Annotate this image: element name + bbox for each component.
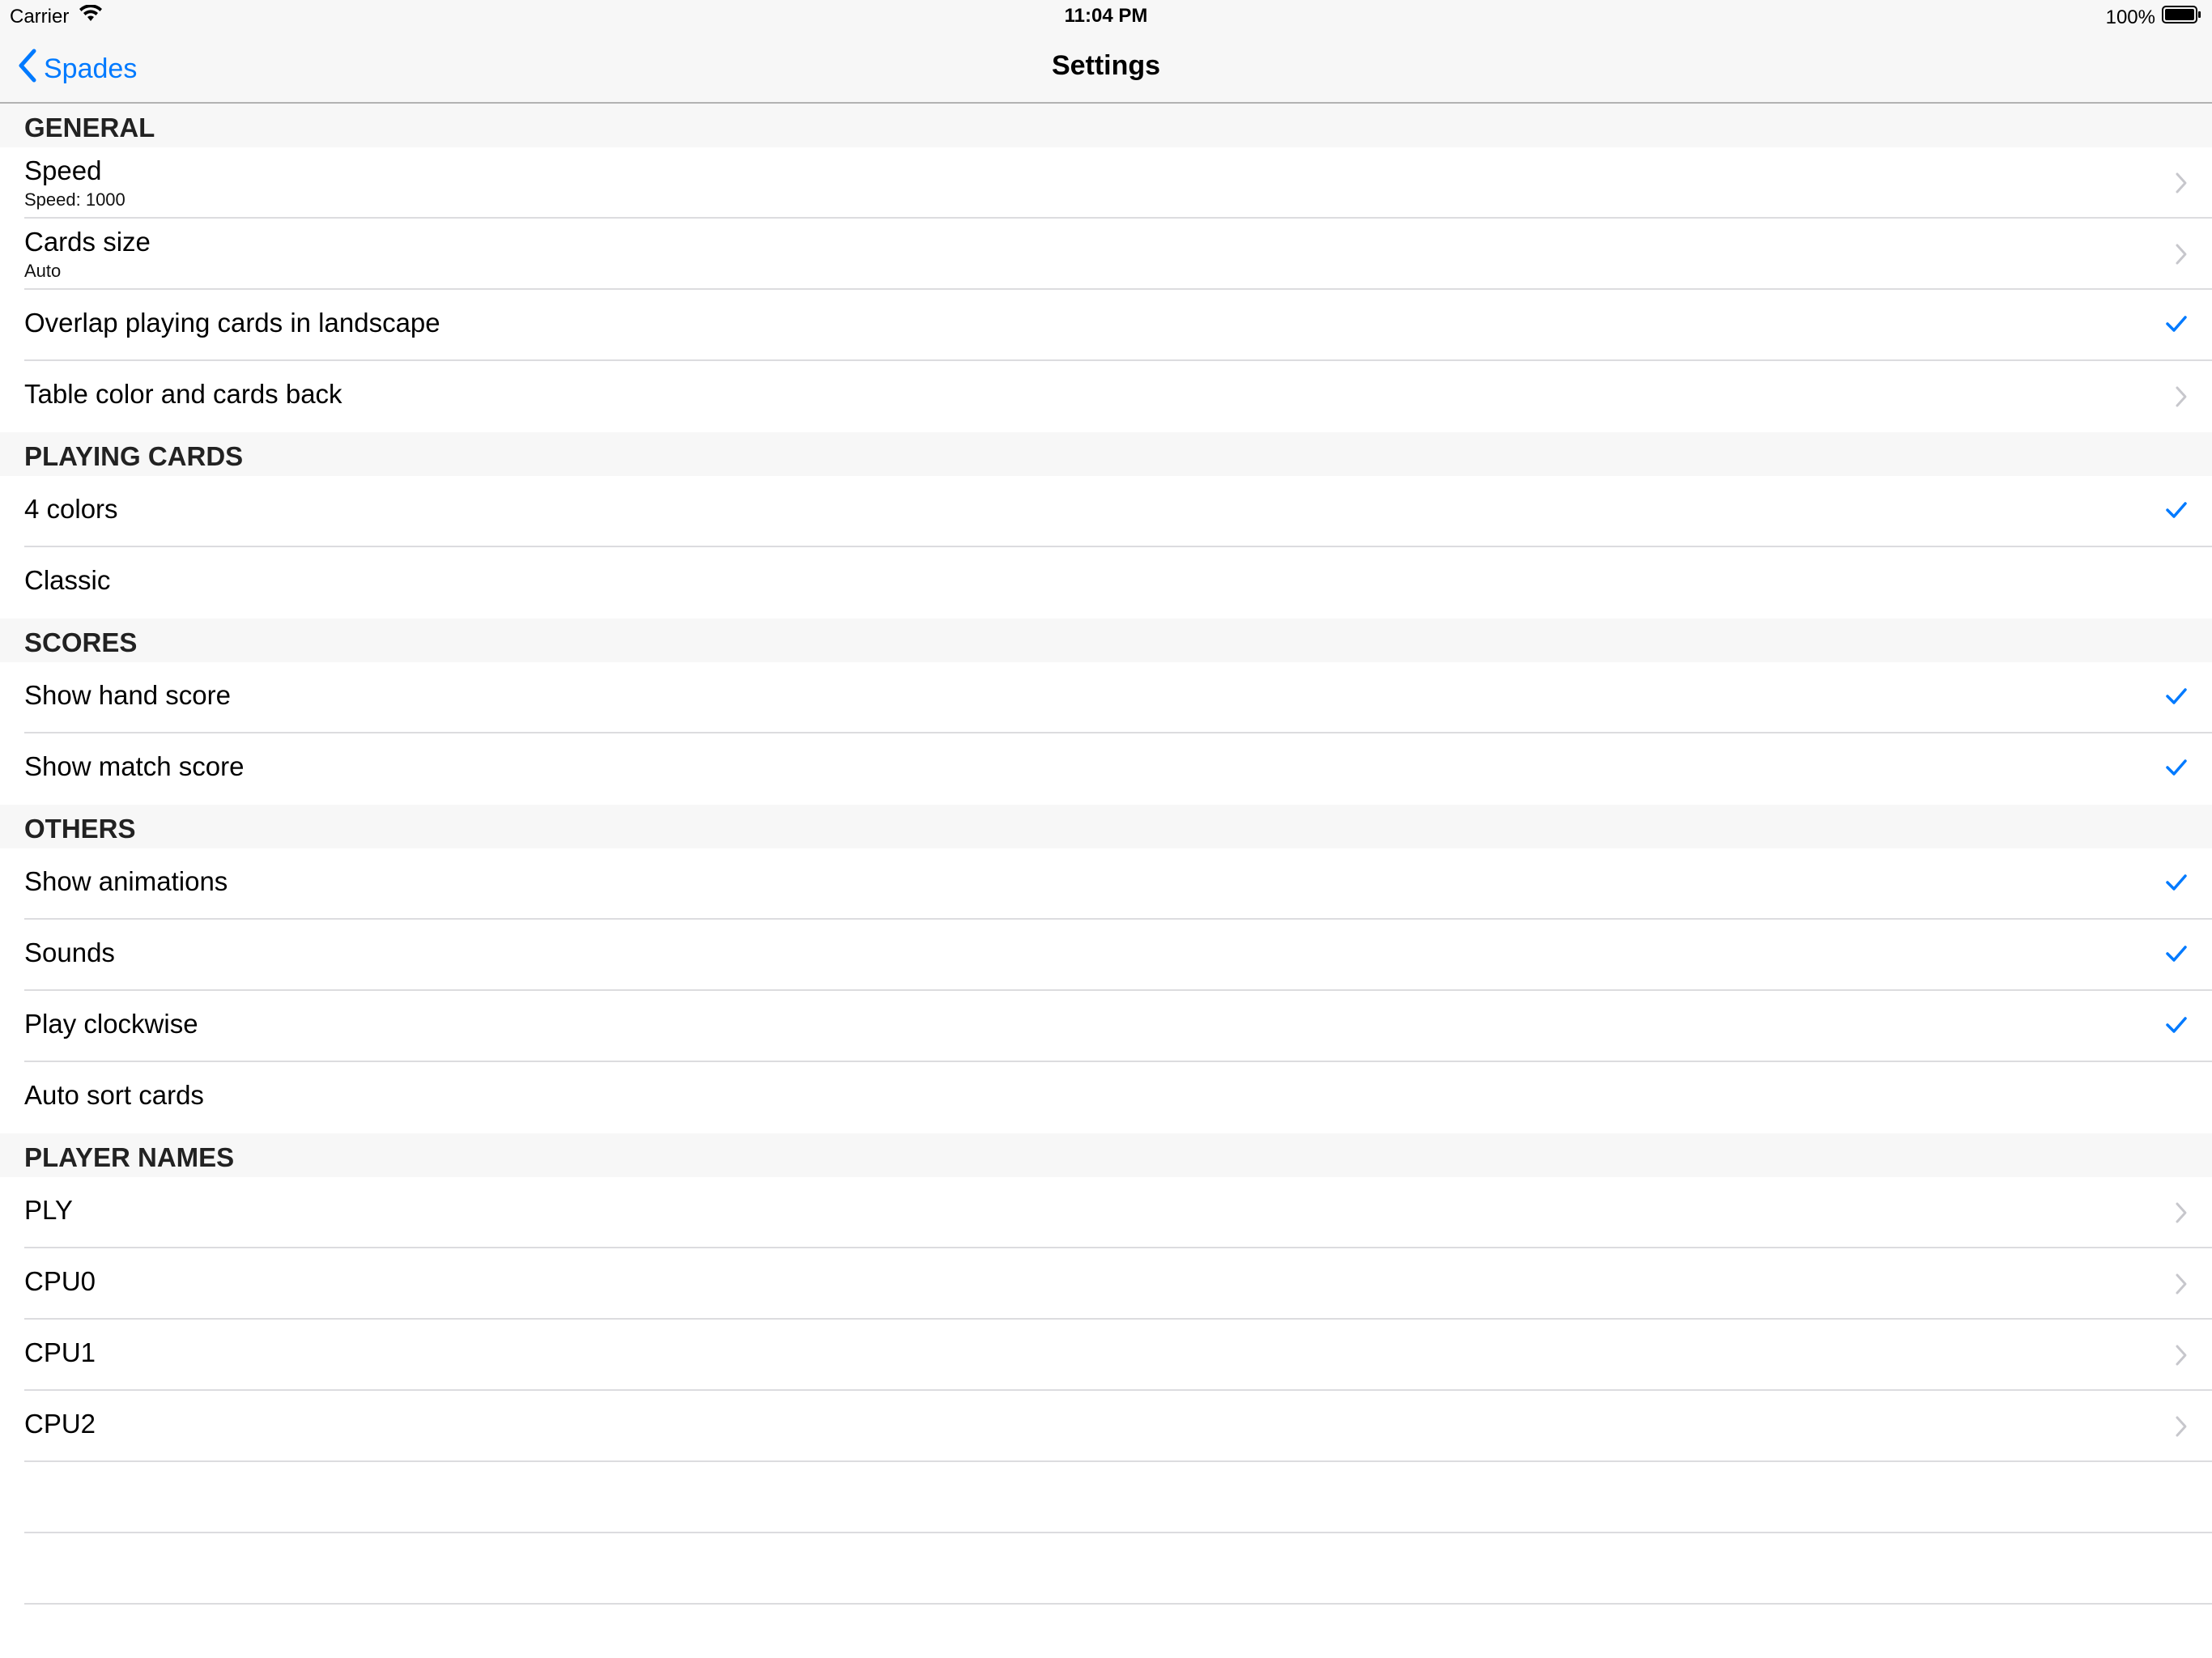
battery-percent: 100% [2105, 6, 2155, 28]
row-4-colors[interactable]: 4 colors [0, 476, 2212, 547]
row-label: Sounds [24, 937, 115, 967]
checkmark-icon [2165, 314, 2188, 334]
battery-icon [2162, 5, 2202, 30]
row-label: Speed [24, 155, 102, 185]
row-show-animations[interactable]: Show animations [0, 848, 2212, 920]
status-right: 100% [2106, 5, 2202, 30]
row-auto-sort-cards[interactable]: Auto sort cards [0, 1062, 2212, 1133]
row-overlap-cards[interactable]: Overlap playing cards in landscape [0, 290, 2212, 361]
navigation-bar: Spades Settings [0, 32, 2212, 104]
row-subtitle: Auto [24, 261, 62, 281]
checkmark-icon [2165, 944, 2188, 963]
section-header-playing-cards: PLAYING CARDS [0, 432, 2212, 476]
row-label: Auto sort cards [24, 1080, 204, 1110]
chevron-right-icon [2175, 172, 2188, 194]
row-label: Show hand score [24, 680, 231, 710]
chevron-right-icon [2175, 385, 2188, 408]
chevron-right-icon [2175, 1415, 2188, 1438]
row-play-clockwise[interactable]: Play clockwise [0, 991, 2212, 1062]
row-label: Show animations [24, 866, 228, 896]
row-speed[interactable]: Speed Speed: 1000 [0, 147, 2212, 219]
row-label: PLY [24, 1195, 73, 1225]
row-show-hand-score[interactable]: Show hand score [0, 662, 2212, 733]
page-title: Settings [1051, 50, 1161, 81]
section-header-others: OTHERS [0, 805, 2212, 848]
checkmark-icon [2165, 1015, 2188, 1035]
row-player-cpu1[interactable]: CPU1 [0, 1320, 2212, 1391]
section-header-general: GENERAL [0, 104, 2212, 147]
row-cards-size[interactable]: Cards size Auto [0, 219, 2212, 290]
empty-table-row [0, 1533, 2212, 1605]
row-show-match-score[interactable]: Show match score [0, 733, 2212, 805]
row-label: Cards size [24, 227, 151, 257]
settings-table: GENERAL Speed Speed: 1000 Cards size Aut… [0, 104, 2212, 1605]
status-time: 11:04 PM [1064, 5, 1148, 27]
row-player-cpu0[interactable]: CPU0 [0, 1248, 2212, 1320]
row-player-ply[interactable]: PLY [0, 1177, 2212, 1248]
row-subtitle: Speed: 1000 [24, 189, 125, 210]
chevron-right-icon [2175, 1201, 2188, 1224]
section-header-scores: SCORES [0, 619, 2212, 662]
chevron-right-icon [2175, 243, 2188, 266]
row-label: CPU1 [24, 1337, 96, 1367]
chevron-right-icon [2175, 1344, 2188, 1367]
row-label: Classic [24, 565, 111, 595]
row-classic[interactable]: Classic [0, 547, 2212, 619]
checkmark-icon [2165, 500, 2188, 520]
chevron-right-icon [2175, 1273, 2188, 1295]
row-label: Overlap playing cards in landscape [24, 308, 440, 338]
row-label: CPU2 [24, 1409, 96, 1439]
row-player-cpu2[interactable]: CPU2 [0, 1391, 2212, 1462]
empty-table-row [0, 1462, 2212, 1533]
checkmark-icon [2165, 687, 2188, 706]
row-table-color[interactable]: Table color and cards back [0, 361, 2212, 432]
row-sounds[interactable]: Sounds [0, 920, 2212, 991]
status-bar: Carrier 11:04 PM 100% [0, 0, 2212, 32]
row-label: Show match score [24, 751, 245, 781]
checkmark-icon [2165, 758, 2188, 777]
section-header-player-names: PLAYER NAMES [0, 1133, 2212, 1177]
checkmark-icon [2165, 873, 2188, 892]
row-label: CPU0 [24, 1266, 96, 1296]
row-label: 4 colors [24, 494, 118, 524]
row-label: Play clockwise [24, 1009, 198, 1039]
row-label: Table color and cards back [24, 379, 342, 409]
